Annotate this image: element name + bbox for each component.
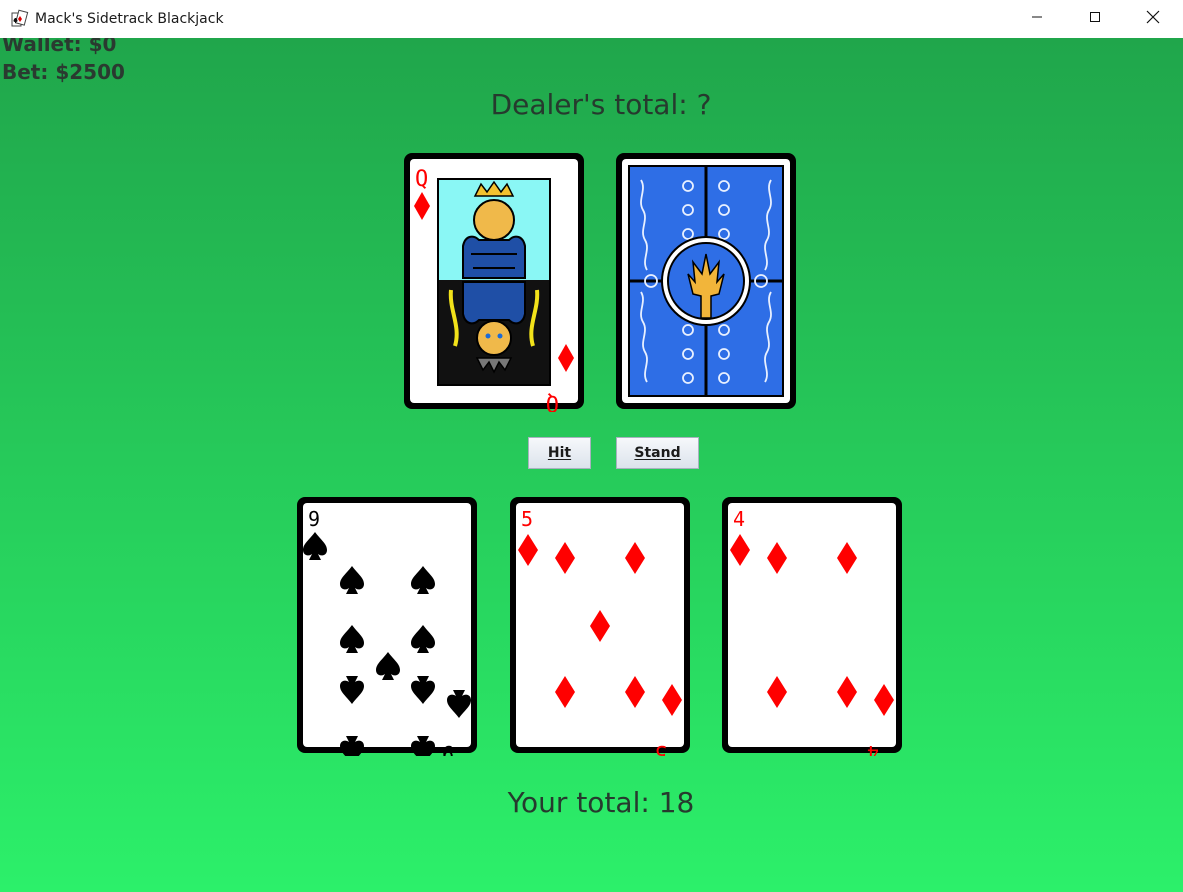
game-table: Wallet: $0 Bet: $2500 Dealer's total: ? … xyxy=(0,38,1183,892)
rank-5-top: 5 xyxy=(521,507,533,531)
minimize-icon xyxy=(1031,10,1043,28)
rank-9-bottom: 9 xyxy=(442,741,454,756)
dealer-card-face-down xyxy=(613,150,799,412)
app-icon xyxy=(10,9,30,29)
maximize-icon xyxy=(1089,10,1101,28)
title-bar: Mack's Sidetrack Blackjack xyxy=(0,0,1183,38)
player-card-five-of-diamonds: 5 5 xyxy=(507,494,693,756)
player-card-four-of-diamonds: 4 4 xyxy=(719,494,905,756)
minimize-button[interactable] xyxy=(1008,0,1066,38)
wallet-label: Wallet: $0 xyxy=(2,38,117,56)
rank-q-bottom: Q xyxy=(546,390,559,412)
rank-4-bottom: 4 xyxy=(867,741,879,756)
dealer-card-queen-of-diamonds: Q Q xyxy=(401,150,587,412)
rank-5-bottom: 5 xyxy=(655,741,667,756)
game-window: Mack's Sidetrack Blackjack Wallet: $0 Be… xyxy=(0,0,1183,892)
hit-label: Hit xyxy=(547,445,572,461)
hit-button[interactable]: Hit xyxy=(528,437,591,469)
player-card-nine-of-spades: 9 9 xyxy=(294,494,480,756)
rank-9-top: 9 xyxy=(308,507,320,531)
rank-q-top: Q xyxy=(415,167,428,192)
stand-button[interactable]: Stand xyxy=(616,437,699,469)
rank-4-top: 4 xyxy=(733,507,745,531)
close-icon xyxy=(1146,10,1160,29)
window-title: Mack's Sidetrack Blackjack xyxy=(35,11,224,27)
bet-label: Bet: $2500 xyxy=(2,60,125,84)
dealer-total: Dealer's total: ? xyxy=(490,88,712,121)
maximize-button[interactable] xyxy=(1066,0,1124,38)
stand-label: Stand xyxy=(634,445,681,461)
close-button[interactable] xyxy=(1124,0,1182,38)
player-total: Your total: 18 xyxy=(507,786,695,819)
